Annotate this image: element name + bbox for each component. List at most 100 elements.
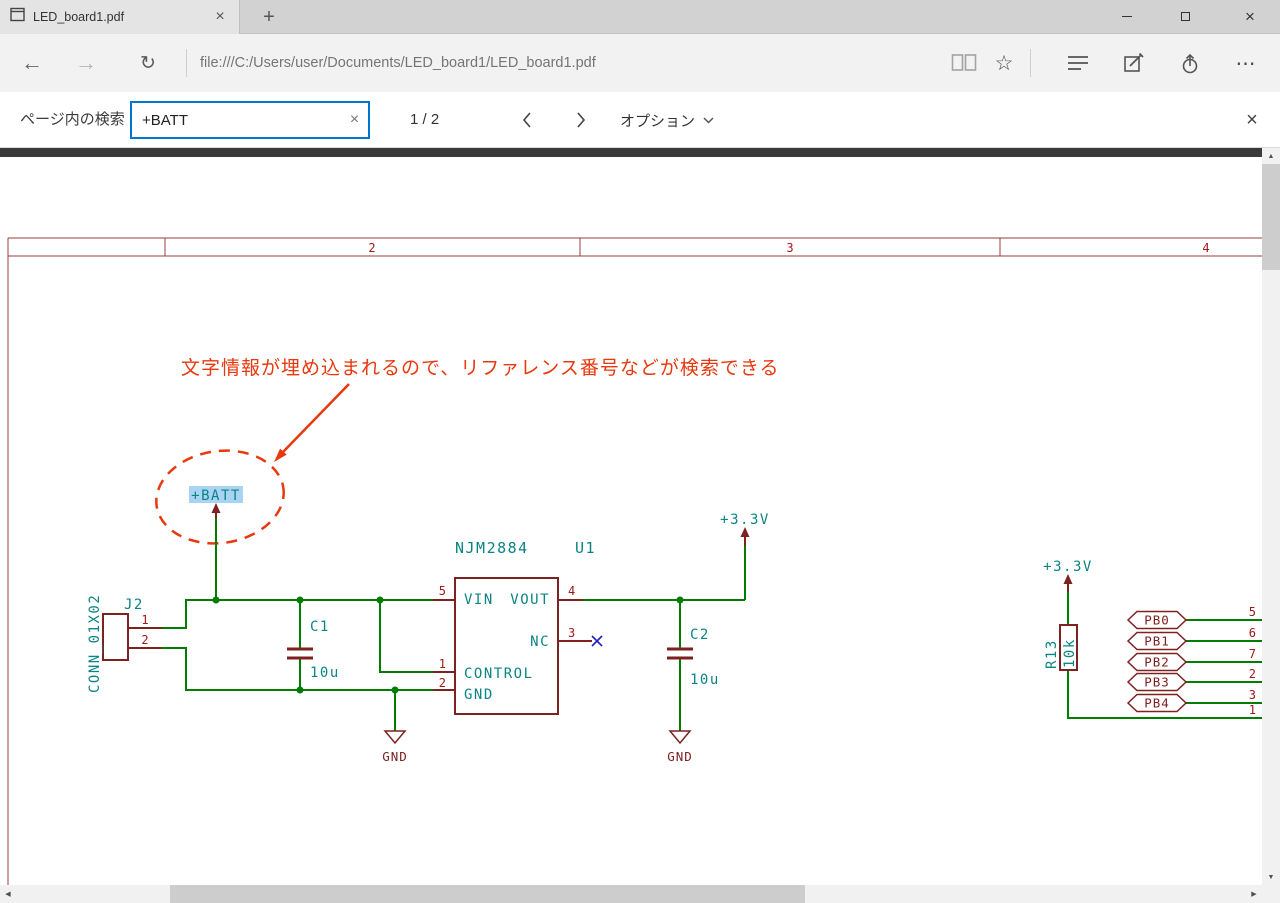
pdf-background-strip [0, 148, 1262, 157]
scrollbar-corner [1262, 885, 1280, 903]
gnd-label: GND [667, 749, 693, 764]
scroll-down-icon[interactable]: ▼ [1262, 869, 1280, 885]
find-in-page-bar: ページ内の検索 × 1 / 2 オプション × [0, 92, 1280, 148]
r13-ref: R13 [1044, 639, 1060, 669]
schematic-drawing: 2 3 4 文字情報が埋め込まれるので、リファレンス番号などが検索できる +BA… [7, 237, 1262, 885]
horizontal-scrollbar[interactable]: ◀ ▶ [0, 885, 1262, 903]
refresh-icon[interactable]: ↻ [128, 34, 168, 92]
annotate-icon[interactable] [1114, 34, 1154, 92]
divider [1030, 49, 1031, 77]
sheet-col-4: 4 [1202, 241, 1209, 255]
u1-pin-num-2: 2 [439, 676, 446, 690]
edge-pin-1: 1 [1249, 703, 1256, 717]
forward-icon[interactable]: → [66, 34, 106, 92]
net-label-pb3: PB3 [1126, 672, 1188, 692]
svg-text:PB4: PB4 [1144, 696, 1170, 711]
gnd-label: GND [382, 749, 408, 764]
component-c1: C1 10u [287, 619, 340, 681]
maximize-icon [1180, 12, 1190, 21]
net-label-pb0: PB0 [1126, 610, 1188, 630]
share-icon[interactable] [1170, 34, 1210, 92]
find-match-count: 1 / 2 [410, 111, 440, 128]
more-actions-icon[interactable]: ⋯ [1226, 34, 1266, 92]
j2-ref: J2 [124, 597, 144, 613]
component-r13: R13 10k [1044, 624, 1078, 671]
j2-pin-1: 1 [141, 613, 148, 627]
scroll-right-icon[interactable]: ▶ [1246, 885, 1262, 903]
power-symbol-3v3-left: +3.3V [720, 512, 770, 546]
v33-label: +3.3V [720, 512, 770, 528]
find-search-box: × [130, 101, 370, 139]
net-label-batt: +BATT [191, 488, 241, 504]
url-field[interactable]: file:///C:/Users/user/Documents/LED_boar… [200, 34, 596, 92]
tab-close-icon[interactable]: × [211, 8, 229, 26]
component-c2: C2 10u [667, 627, 720, 688]
find-label: ページ内の検索 [20, 111, 125, 128]
vertical-scrollbar-thumb[interactable] [1262, 164, 1280, 270]
tab-title: LED_board1.pdf [33, 10, 125, 24]
find-clear-icon[interactable]: × [341, 103, 368, 137]
u1-pin-num-3: 3 [568, 626, 575, 640]
j2-pin-2: 2 [141, 633, 148, 647]
edge-pin-5: 5 [1249, 605, 1256, 619]
edge-pin-7: 7 [1249, 647, 1256, 661]
u1-pin-gnd: GND [464, 687, 494, 703]
svg-text:PB2: PB2 [1144, 655, 1170, 670]
find-close-icon[interactable]: × [1232, 92, 1272, 148]
title-bar: LED_board1.pdf × + × [0, 0, 1280, 34]
gnd-symbol-left: GND [382, 730, 408, 764]
find-input[interactable] [132, 111, 341, 129]
back-icon[interactable]: ← [12, 34, 52, 92]
chevron-down-icon [703, 116, 714, 124]
annotation-text: 文字情報が埋め込まれるので、リファレンス番号などが検索できる [181, 357, 779, 379]
c2-value: 10u [690, 672, 720, 688]
net-label-pb4: PB4 [1126, 693, 1188, 713]
reading-view-icon[interactable] [944, 34, 984, 92]
find-next-icon[interactable] [566, 111, 596, 129]
window-close-button[interactable]: × [1220, 0, 1280, 33]
edge-pin-6: 6 [1249, 626, 1256, 640]
c1-value: 10u [310, 665, 340, 681]
find-options-label: オプション [620, 112, 696, 130]
svg-text:PB1: PB1 [1144, 634, 1170, 649]
favorites-star-icon[interactable]: ☆ [986, 34, 1022, 92]
document-icon [10, 7, 25, 27]
hub-icon[interactable] [1058, 34, 1098, 92]
r13-value: 10k [1062, 638, 1078, 668]
power-symbol-3v3-right: +3.3V [1043, 559, 1093, 592]
junction-dots [212, 596, 684, 694]
u1-pin-vout: VOUT [510, 592, 550, 608]
net-labels-pb: PB0 PB1 PB2 PB3 PB4 [1126, 610, 1188, 713]
search-match-batt: +BATT [189, 486, 243, 504]
u1-pin-control: CONTROL [464, 666, 534, 682]
j2-value: CONN_01X02 [87, 594, 103, 693]
scroll-left-icon[interactable]: ◀ [0, 885, 16, 903]
horizontal-scrollbar-thumb[interactable] [170, 885, 805, 903]
net-label-pb2: PB2 [1126, 652, 1188, 672]
vertical-scrollbar[interactable]: ▲ ▼ [1262, 148, 1280, 885]
c1-ref: C1 [310, 619, 330, 635]
new-tab-button[interactable]: + [250, 0, 288, 34]
divider [186, 49, 187, 77]
net-label-pb1: PB1 [1126, 631, 1188, 651]
u1-ref: U1 [575, 539, 596, 557]
tab-led-board1[interactable]: LED_board1.pdf × [0, 0, 240, 34]
u1-pin-vin: VIN [464, 592, 494, 608]
power-symbol-batt [211, 503, 221, 518]
find-previous-icon[interactable] [512, 111, 542, 129]
minimize-icon [1122, 16, 1132, 17]
u1-pin-num-1: 1 [439, 657, 446, 671]
c2-ref: C2 [690, 627, 710, 643]
v33-label: +3.3V [1043, 559, 1093, 575]
u1-pin-num-5: 5 [439, 584, 446, 598]
address-bar: ← → ↻ file:///C:/Users/user/Documents/LE… [0, 34, 1280, 92]
window-minimize-button[interactable] [1104, 0, 1150, 33]
scroll-up-icon[interactable]: ▲ [1262, 148, 1280, 164]
sheet-col-2: 2 [368, 241, 375, 255]
component-u1: NJM2884 U1 VIN VOUT NC CONTROL GND 5 4 3… [433, 539, 603, 715]
u1-pin-nc: NC [530, 634, 550, 650]
annotation-arrow [274, 383, 350, 462]
window-maximize-button[interactable] [1162, 0, 1208, 33]
find-options-button[interactable]: オプション [620, 92, 714, 148]
component-j2: J2 CONN_01X02 1 2 [87, 594, 162, 693]
